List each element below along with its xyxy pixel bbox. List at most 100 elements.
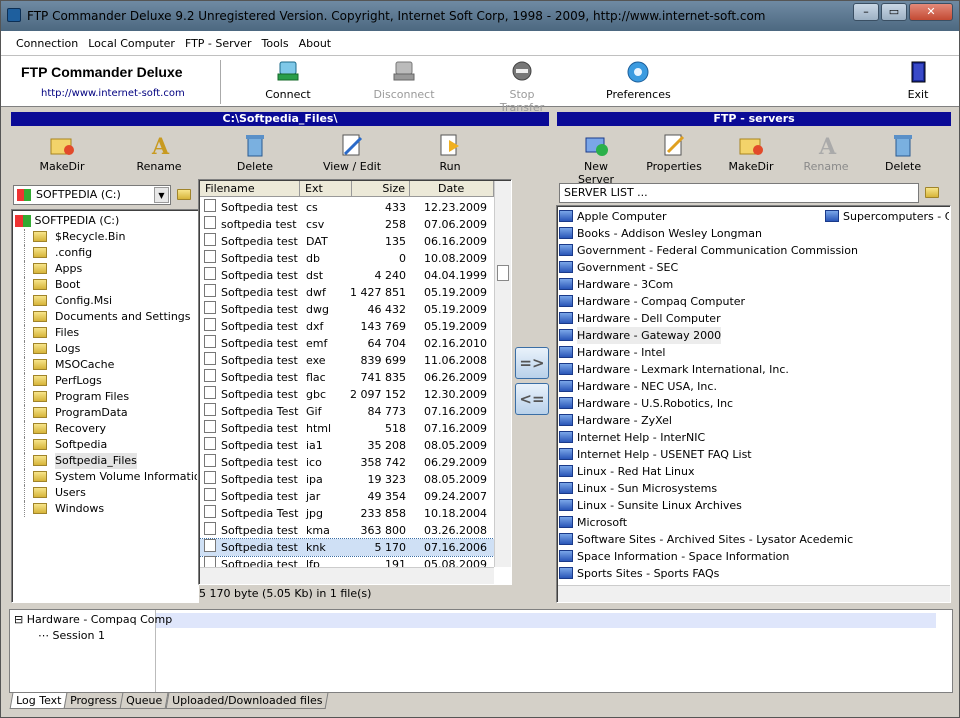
file-row[interactable]: softpedia test csv 258 07.06.2009: [200, 216, 494, 233]
file-row[interactable]: Softpedia test exe 839 699 11.06.2008: [200, 352, 494, 369]
server-item[interactable]: Sports Sites - Sports FAQs: [559, 565, 819, 582]
column-filename[interactable]: Filename: [200, 181, 300, 197]
remote-delete-button[interactable]: Delete: [885, 132, 921, 173]
browse-folder-icon[interactable]: [177, 189, 191, 200]
local-delete-button[interactable]: Delete: [235, 132, 275, 173]
file-row[interactable]: Softpedia test jar 49 354 09.24.2007: [200, 488, 494, 505]
file-row[interactable]: Softpedia test DAT 135 06.16.2009: [200, 233, 494, 250]
file-row[interactable]: Softpedia test html 518 07.16.2009: [200, 420, 494, 437]
file-row[interactable]: Softpedia test flac 741 835 06.26.2009: [200, 369, 494, 386]
menu-tools[interactable]: Tools: [258, 37, 291, 50]
file-row[interactable]: Softpedia test dst 4 240 04.04.1999: [200, 267, 494, 284]
close-button[interactable]: ✕: [909, 3, 953, 21]
maximize-button[interactable]: ▭: [881, 3, 907, 21]
server-item[interactable]: Internet Help - USENET FAQ List: [559, 446, 819, 463]
server-item[interactable]: Space Information - Space Information: [559, 548, 819, 565]
server-item[interactable]: Supercomputers - Cray: [825, 208, 949, 225]
title-bar[interactable]: FTP Commander Deluxe 9.2 Unregistered Ve…: [1, 1, 959, 31]
local-view-edit-button[interactable]: View / Edit: [322, 132, 382, 173]
server-item[interactable]: Linux - Red Hat Linux: [559, 463, 819, 480]
column-ext[interactable]: Ext: [300, 181, 352, 197]
menu-ftp-server[interactable]: FTP - Server: [182, 37, 255, 50]
file-row[interactable]: Softpedia test ia1 35 208 08.05.2009: [200, 437, 494, 454]
connect-button[interactable]: Connect: [263, 60, 313, 101]
folder-icon: [33, 375, 47, 386]
folder-icon: [33, 503, 47, 514]
menu-about[interactable]: About: [296, 37, 335, 50]
file-row[interactable]: Softpedia test ico 358 742 06.29.2009: [200, 454, 494, 471]
tree-line: [24, 277, 25, 293]
server-item[interactable]: Books - Addison Wesley Longman: [559, 225, 819, 242]
server-item[interactable]: Internet Help - InterNIC: [559, 429, 819, 446]
file-row[interactable]: Softpedia test dwg 46 432 05.19.2009: [200, 301, 494, 318]
scroll-thumb[interactable]: [497, 265, 509, 281]
menu-bar: Connection Local Computer FTP - Server T…: [1, 31, 959, 55]
server-item[interactable]: Software Sites - Archived Sites - Lysato…: [559, 531, 853, 548]
stop-transfer-button[interactable]: Stop Transfer: [486, 60, 558, 114]
server-item[interactable]: Hardware - Lexmark International, Inc.: [559, 361, 819, 378]
file-row[interactable]: Softpedia test dwf 1 427 851 05.19.2009: [200, 284, 494, 301]
drive-select[interactable]: SOFTPEDIA (C:) ▼: [13, 185, 171, 205]
menu-local-computer[interactable]: Local Computer: [85, 37, 178, 50]
tab-log-text[interactable]: Log Text: [9, 693, 68, 709]
new-server-button[interactable]: New Server: [565, 132, 627, 186]
server-item[interactable]: Government - SEC: [559, 259, 819, 276]
ftp-servers-header: FTP - servers: [557, 112, 951, 126]
tab-uploaded-downloaded[interactable]: Uploaded/Downloaded files: [165, 693, 329, 709]
server-list-hscrollbar[interactable]: [558, 585, 950, 602]
exit-button[interactable]: Exit: [903, 60, 933, 101]
file-row[interactable]: Softpedia test cs 433 12.23.2009: [200, 199, 494, 216]
server-item[interactable]: Hardware - Intel: [559, 344, 819, 361]
tree-line: [24, 293, 25, 309]
upload-arrow-button[interactable]: =>: [515, 347, 549, 379]
file-list-scrollbar[interactable]: [494, 181, 511, 567]
column-size[interactable]: Size: [352, 181, 410, 197]
browse-folder-icon[interactable]: [925, 187, 939, 198]
local-makedir-button[interactable]: MakeDir: [37, 132, 87, 173]
chevron-down-icon[interactable]: ▼: [154, 187, 169, 203]
file-row[interactable]: Softpedia Test jpg 233 858 10.18.2004: [200, 505, 494, 522]
server-item[interactable]: Hardware - U.S.Robotics, Inc: [559, 395, 819, 412]
tab-progress[interactable]: Progress: [63, 693, 124, 709]
server-item[interactable]: Hardware - Compaq Computer: [559, 293, 819, 310]
exit-door-icon: [905, 60, 931, 84]
tree-root[interactable]: SOFTPEDIA (C:): [15, 213, 119, 229]
server-item[interactable]: Microsoft: [559, 514, 819, 531]
file-row[interactable]: Softpedia test knk 5 170 07.16.2006: [200, 538, 494, 557]
file-row[interactable]: Softpedia test kma 363 800 03.26.2008: [200, 522, 494, 539]
file-row[interactable]: Softpedia Test Gif 84 773 07.16.2009: [200, 403, 494, 420]
local-rename-button[interactable]: A Rename: [135, 132, 183, 173]
log-tree-node[interactable]: ⊟ Hardware - Compaq Comp: [14, 613, 172, 626]
server-item[interactable]: Hardware - Dell Computer: [559, 310, 819, 327]
remote-makedir-button[interactable]: MakeDir: [726, 132, 776, 173]
column-date[interactable]: Date: [410, 181, 494, 197]
local-run-button[interactable]: Run: [435, 132, 465, 173]
server-item[interactable]: Linux - Sunsite Linux Archives: [559, 497, 819, 514]
menu-connection[interactable]: Connection: [13, 37, 81, 50]
minimize-button[interactable]: –: [853, 3, 879, 21]
server-item[interactable]: Government - Federal Communication Commi…: [559, 242, 858, 259]
file-row[interactable]: Softpedia test db 0 10.08.2009: [200, 250, 494, 267]
remote-rename-button[interactable]: A Rename: [803, 132, 849, 173]
server-item[interactable]: Hardware - NEC USA, Inc.: [559, 378, 819, 395]
disconnect-button[interactable]: Disconnect: [373, 60, 435, 101]
server-item[interactable]: Apple Computer: [559, 208, 819, 225]
server-item[interactable]: Hardware - 3Com: [559, 276, 819, 293]
download-arrow-button[interactable]: <=: [515, 383, 549, 415]
server-item[interactable]: Hardware - Gateway 2000: [559, 327, 819, 344]
folder-icon: [33, 295, 47, 306]
file-row[interactable]: Softpedia test emf 64 704 02.16.2010: [200, 335, 494, 352]
brand-url[interactable]: http://www.internet-soft.com: [41, 88, 185, 99]
file-row[interactable]: Softpedia test gbc 2 097 152 12.30.2009: [200, 386, 494, 403]
server-list-select[interactable]: SERVER LIST ...: [559, 183, 919, 203]
file-row[interactable]: Softpedia test dxf 143 769 05.19.2009: [200, 318, 494, 335]
preferences-button[interactable]: Preferences: [606, 60, 671, 101]
properties-button[interactable]: Properties: [646, 132, 702, 173]
server-item[interactable]: Hardware - ZyXel: [559, 412, 819, 429]
file-icon: [204, 267, 216, 280]
log-session[interactable]: ⋯ Session 1: [38, 629, 105, 642]
file-row[interactable]: Softpedia test ipa 19 323 08.05.2009: [200, 471, 494, 488]
tab-queue[interactable]: Queue: [119, 693, 169, 709]
server-item[interactable]: Linux - Sun Microsystems: [559, 480, 819, 497]
file-list-hscrollbar[interactable]: [200, 567, 494, 584]
